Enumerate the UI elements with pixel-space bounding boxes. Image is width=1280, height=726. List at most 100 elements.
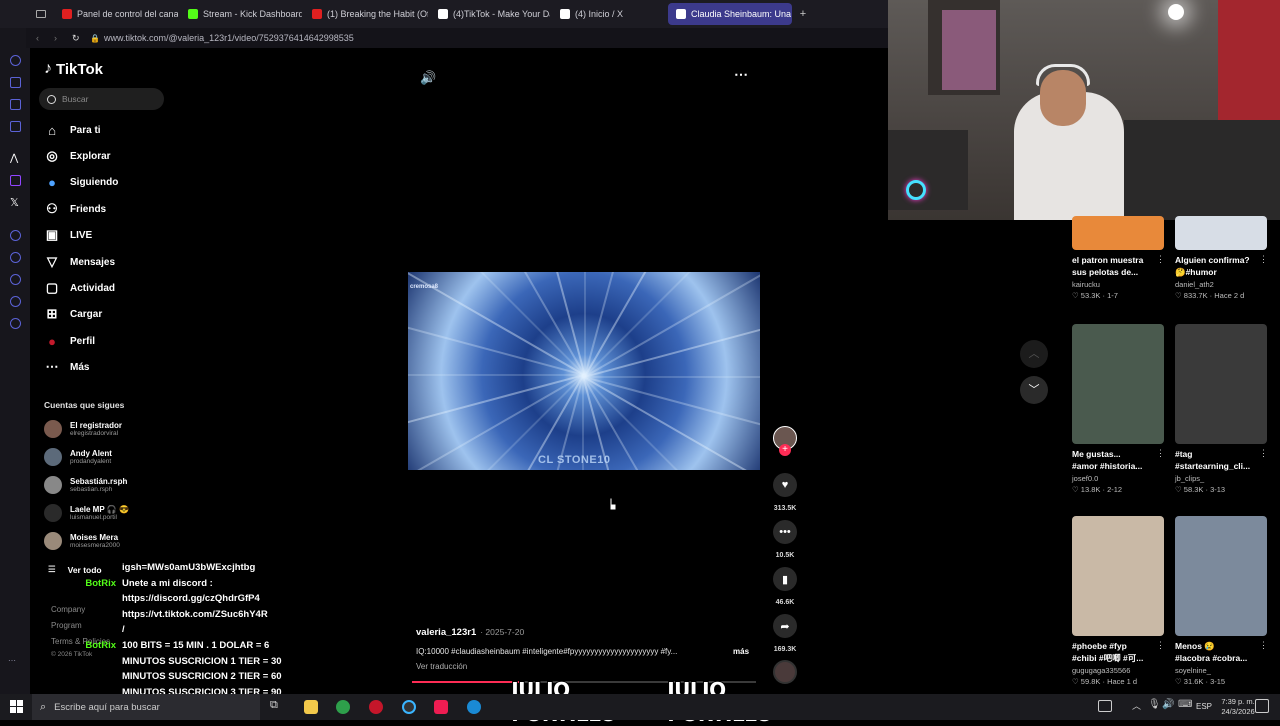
tiktok-logo[interactable]: ♪ TikTok: [44, 60, 103, 78]
settings-icon[interactable]: [10, 318, 21, 329]
feed-card[interactable]: Menos 😢 #lacobra #cobra... soyelnine_ ♡ 31.…: [1175, 516, 1268, 686]
followed-account[interactable]: Moises Mera moisesmera2000: [44, 532, 120, 550]
tiktok-app-icon[interactable]: [434, 700, 448, 714]
card-menu-icon[interactable]: ⋮: [1259, 254, 1268, 265]
browser-tab[interactable]: (1) Breaking the Habit (Offi: [304, 3, 428, 25]
feed-card[interactable]: #tag #startearning_cli... jb_clips_ ♡ 58.3K…: [1175, 324, 1268, 494]
feed-thumbnail[interactable]: [1072, 324, 1164, 444]
forward-icon[interactable]: ›: [54, 33, 66, 43]
feed-thumbnail[interactable]: [1072, 216, 1164, 250]
volume-icon[interactable]: 🔊: [420, 70, 436, 86]
mail-icon[interactable]: [10, 121, 21, 132]
nav-item-mensajes[interactable]: ▽ Mensajes: [44, 254, 115, 270]
volume-tray-icon[interactable]: 🔊: [1162, 699, 1174, 710]
language-indicator[interactable]: ESP: [1196, 702, 1212, 711]
messenger-icon[interactable]: [10, 99, 21, 110]
url-field[interactable]: www.tiktok.com/@valeria_123r1/video/7529…: [104, 33, 354, 43]
browser-tab[interactable]: Panel de control del canal: [54, 3, 178, 25]
shopping-icon[interactable]: [10, 77, 21, 88]
follow-plus-icon[interactable]: +: [779, 444, 791, 456]
feed-title[interactable]: #phoebe #fyp: [1072, 640, 1164, 652]
next-video-button[interactable]: ﹀: [1020, 376, 1048, 404]
feed-title[interactable]: #tag: [1175, 448, 1267, 460]
feed-title[interactable]: Alguien confirma?: [1175, 254, 1267, 266]
author-avatar-button[interactable]: +: [772, 426, 798, 456]
workspace-icon[interactable]: [10, 55, 21, 66]
feed-thumbnail[interactable]: [1175, 516, 1267, 636]
browser-tab[interactable]: Claudia Sheinbaum: Una N: [668, 3, 792, 25]
clock[interactable]: 7:39 p. m. 24/3/2026: [1216, 697, 1260, 717]
feed-card[interactable]: Me gustas... #amor #historia... josef0.0 ♡ …: [1072, 324, 1165, 494]
pin-icon[interactable]: [10, 252, 21, 263]
nav-item-para-ti[interactable]: ⌂ Para ti: [44, 122, 101, 138]
tab-overview-icon[interactable]: [0, 3, 54, 25]
opera-icon[interactable]: [369, 700, 383, 714]
feed-card[interactable]: el patron muestra sus pelotas de... kairuc…: [1072, 216, 1165, 300]
nav-item-cargar[interactable]: ⊞ Cargar: [44, 306, 103, 322]
nav-item-perfil[interactable]: ● Perfil: [44, 333, 95, 349]
feed-title[interactable]: #amor #historia...: [1072, 460, 1164, 472]
search-input[interactable]: Buscar: [39, 88, 164, 110]
reload-icon[interactable]: ↻: [72, 33, 84, 44]
twitch-icon[interactable]: [10, 175, 21, 186]
feed-title[interactable]: #lacobra #cobra...: [1175, 652, 1267, 664]
nav-item-siguiendo[interactable]: ● Siguiendo: [44, 174, 118, 190]
more-dots-icon[interactable]: ⋯: [8, 656, 16, 665]
clock-icon[interactable]: [10, 274, 21, 285]
browser-tab[interactable]: Stream - Kick Dashboard: [180, 3, 302, 25]
video-frame[interactable]: cremosa8 CL STONE10: [408, 272, 760, 470]
new-tab-button[interactable]: +: [796, 7, 810, 21]
followed-account[interactable]: Andy Alent prodandyalent: [44, 448, 112, 466]
mic-icon[interactable]: 🎙: [1148, 699, 1161, 710]
feed-title[interactable]: Menos 😢: [1175, 640, 1267, 652]
history-icon[interactable]: [10, 230, 21, 241]
feed-title[interactable]: #chibi #吧唧 #可...: [1072, 652, 1164, 664]
feed-title[interactable]: el patron muestra: [1072, 254, 1164, 266]
keyboard-icon[interactable]: [1098, 700, 1112, 712]
feed-thumbnail[interactable]: [1175, 324, 1267, 444]
tray-chevron-icon[interactable]: ︿: [1132, 699, 1141, 712]
followed-account[interactable]: Laele MP 🎧 😎 luismanuel.portil: [44, 504, 129, 522]
comment-button[interactable]: ••• 10.5K: [772, 520, 798, 559]
browser-tab[interactable]: (4)TikTok - Make Your Day: [430, 3, 550, 25]
feed-username[interactable]: gugugaga335566: [1072, 666, 1164, 675]
translate-link[interactable]: Ver traducción: [416, 662, 467, 671]
feed-card[interactable]: #phoebe #fyp #chibi #吧唧 #可... gugugaga3355…: [1072, 516, 1165, 686]
feed-title[interactable]: Me gustas...: [1072, 448, 1164, 460]
nav-item-friends[interactable]: ⚇ Friends: [44, 201, 106, 217]
caption-more-link[interactable]: más: [733, 647, 749, 656]
x-icon[interactable]: 𝕏: [10, 196, 19, 209]
nav-item-live[interactable]: ▣ LIVE: [44, 227, 92, 243]
notifications-icon[interactable]: [1255, 699, 1269, 713]
nav-item-más[interactable]: ⋯ Más: [44, 359, 90, 375]
feed-username[interactable]: soyelnine_: [1175, 666, 1267, 675]
nav-item-explorar[interactable]: ◎ Explorar: [44, 148, 110, 164]
save-button[interactable]: ▮ 46.6K: [772, 567, 798, 606]
previous-video-button[interactable]: ︿: [1020, 340, 1048, 368]
feed-username[interactable]: kairucku: [1072, 280, 1164, 289]
chrome-icon[interactable]: [336, 700, 350, 714]
more-options-icon[interactable]: ⋯: [734, 66, 748, 83]
feed-thumbnail[interactable]: [1072, 516, 1164, 636]
followed-account[interactable]: Sebastián.rsph sebastian.rsph: [44, 476, 127, 494]
nav-item-actividad[interactable]: ▢ Actividad: [44, 280, 115, 296]
cube-icon[interactable]: [10, 296, 21, 307]
card-menu-icon[interactable]: ⋮: [1259, 448, 1268, 459]
feed-card[interactable]: Alguien confirma? 🤔#humor daniel_ath2 ♡ 833…: [1175, 216, 1268, 300]
card-menu-icon[interactable]: ⋮: [1156, 640, 1165, 651]
feed-title[interactable]: #startearning_cli...: [1175, 460, 1267, 472]
taskbar-search[interactable]: ⌕ Escribe aquí para buscar: [32, 694, 260, 720]
feed-username[interactable]: daniel_ath2: [1175, 280, 1267, 289]
kick-rail-icon[interactable]: ⋀: [10, 153, 21, 164]
feed-username[interactable]: jb_clips_: [1175, 474, 1267, 483]
back-icon[interactable]: ‹: [36, 33, 48, 43]
like-button[interactable]: ♥ 313.5K: [772, 473, 798, 512]
feed-username[interactable]: josef0.0: [1072, 474, 1164, 483]
feed-thumbnail[interactable]: [1175, 216, 1267, 250]
card-menu-icon[interactable]: ⋮: [1259, 640, 1268, 651]
followed-account[interactable]: El registrador elregistradorviral: [44, 420, 122, 438]
network-icon[interactable]: ⌨: [1178, 699, 1192, 710]
edge-icon[interactable]: [467, 700, 481, 714]
windows-start-icon[interactable]: [10, 700, 23, 713]
obs-icon[interactable]: [402, 700, 416, 714]
